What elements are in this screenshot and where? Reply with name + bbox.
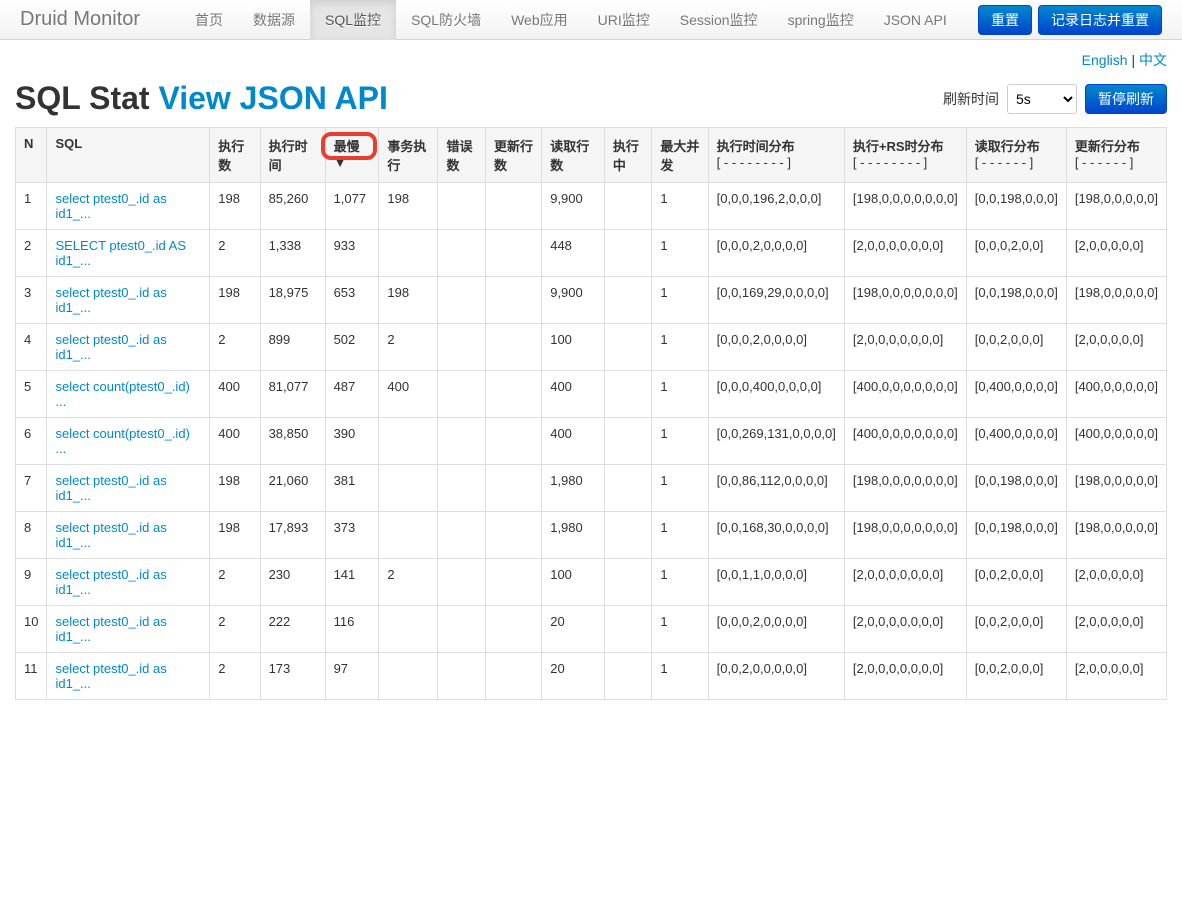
refresh-interval-select[interactable]: 5s [1007,84,1077,114]
col-header-3[interactable]: 执行时间 [260,128,325,183]
sql-link[interactable]: select count(ptest0_.id) ... [55,379,189,409]
table-row: 10select ptest0_.id as id1_...2222116201… [16,606,1167,653]
table-row: 11select ptest0_.id as id1_...217397201[… [16,653,1167,700]
table-row: 3select ptest0_.id as id1_...19818,97565… [16,277,1167,324]
table-row: 2SELECT ptest0_.id AS id1_...21,33893344… [16,230,1167,277]
col-header-13[interactable]: 读取行分布[ - - - - - - ] [966,128,1066,183]
sql-link[interactable]: select count(ptest0_.id) ... [55,426,189,456]
table-row: 7select ptest0_.id as id1_...19821,06038… [16,465,1167,512]
nav-item-1[interactable]: 数据源 [238,0,310,40]
sql-link[interactable]: select ptest0_.id as id1_... [55,191,166,221]
col-header-8[interactable]: 读取行数 [542,128,605,183]
col-header-2[interactable]: 执行数 [210,128,260,183]
brand: Druid Monitor [20,8,160,31]
nav-item-2[interactable]: SQL监控 [310,0,396,40]
col-header-4[interactable]: 最慢▼ [325,128,379,183]
pause-refresh-button[interactable]: 暂停刷新 [1085,84,1167,114]
col-header-7[interactable]: 更新行数 [485,128,541,183]
nav-item-0[interactable]: 首页 [180,0,238,40]
reset-button[interactable]: 重置 [978,5,1032,35]
col-header-11[interactable]: 执行时间分布[ - - - - - - - - ] [708,128,844,183]
sql-link[interactable]: select ptest0_.id as id1_... [55,473,166,503]
table-row: 6select count(ptest0_.id) ...40038,85039… [16,418,1167,465]
nav-item-5[interactable]: URI监控 [583,0,665,40]
refresh-label: 刷新时间 [943,89,999,109]
navbar: Druid Monitor 首页数据源SQL监控SQL防火墙Web应用URI监控… [0,0,1182,40]
col-header-10[interactable]: 最大并发 [652,128,708,183]
table-row: 4select ptest0_.id as id1_...28995022100… [16,324,1167,371]
table-row: 1select ptest0_.id as id1_...19885,2601,… [16,183,1167,230]
sql-stat-table: NSQL执行数执行时间最慢▼事务执行错误数更新行数读取行数执行中最大并发执行时间… [15,127,1167,700]
col-header-1[interactable]: SQL [47,128,210,183]
view-json-api-link[interactable]: View JSON API [158,80,387,116]
sql-link[interactable]: select ptest0_.id as id1_... [55,614,166,644]
sql-link[interactable]: select ptest0_.id as id1_... [55,520,166,550]
nav-item-3[interactable]: SQL防火墙 [396,0,496,40]
nav-item-7[interactable]: spring监控 [773,0,869,40]
language-switch: English | 中文 [15,40,1167,80]
col-header-6[interactable]: 错误数 [438,128,486,183]
col-header-12[interactable]: 执行+RS时分布[ - - - - - - - - ] [844,128,966,183]
col-header-9[interactable]: 执行中 [604,128,652,183]
table-row: 9select ptest0_.id as id1_...22301412100… [16,559,1167,606]
sql-link[interactable]: select ptest0_.id as id1_... [55,285,166,315]
sql-link[interactable]: select ptest0_.id as id1_... [55,332,166,362]
nav-item-6[interactable]: Session监控 [665,0,773,40]
col-header-5[interactable]: 事务执行 [379,128,438,183]
nav-item-4[interactable]: Web应用 [496,0,583,40]
sql-link[interactable]: SELECT ptest0_.id AS id1_... [55,238,186,268]
nav-item-8[interactable]: JSON API [869,0,962,40]
sql-link[interactable]: select ptest0_.id as id1_... [55,661,166,691]
page-title: SQL Stat View JSON API [15,80,388,117]
log-reset-button[interactable]: 记录日志并重置 [1038,5,1162,35]
sql-link[interactable]: select ptest0_.id as id1_... [55,567,166,597]
col-header-0[interactable]: N [16,128,47,183]
table-row: 5select count(ptest0_.id) ...40081,07748… [16,371,1167,418]
col-header-14[interactable]: 更新行分布[ - - - - - - ] [1066,128,1166,183]
lang-chinese-link[interactable]: 中文 [1139,52,1167,68]
lang-english-link[interactable]: English [1082,52,1128,68]
table-row: 8select ptest0_.id as id1_...19817,89337… [16,512,1167,559]
